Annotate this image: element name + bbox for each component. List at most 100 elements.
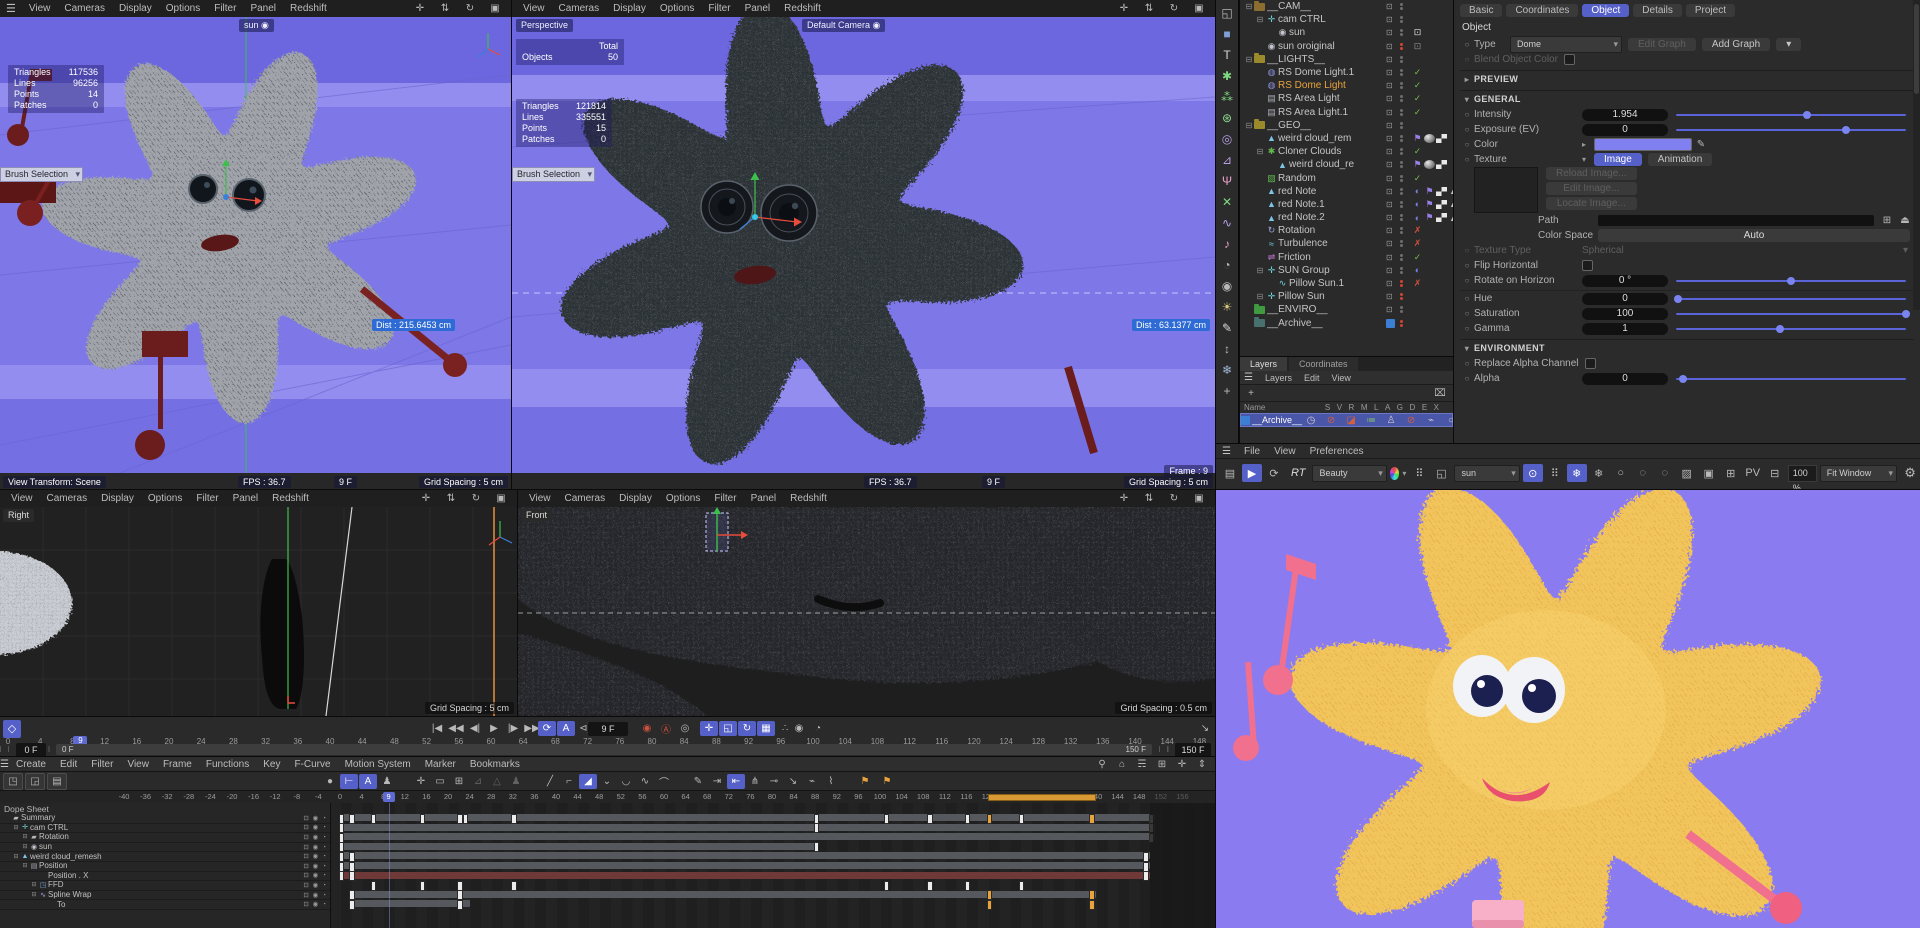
object-name[interactable]: RS Dome Light.1 xyxy=(1278,67,1354,78)
tangent-clamp-icon[interactable]: ⌇ xyxy=(822,774,840,789)
graph-options-dropdown[interactable]: ▾ xyxy=(1776,38,1802,51)
keyframe-selected[interactable] xyxy=(986,899,992,910)
brush-selection-dropdown[interactable]: Brush Selection xyxy=(512,167,596,182)
visibility-dots[interactable] xyxy=(1400,134,1403,142)
crop-icon[interactable]: ◱ xyxy=(1431,464,1451,482)
expander-icon[interactable]: ⊟ xyxy=(21,862,29,869)
object-item-red-note-2[interactable]: ▲red Note.2⊡◐⚑▲△ xyxy=(1240,211,1453,224)
texture-image-tab[interactable]: Image xyxy=(1594,153,1642,166)
start-render-icon[interactable]: ▶ xyxy=(1242,464,1262,482)
orbit-icon[interactable]: ↻ xyxy=(467,491,485,506)
object-name[interactable]: __LIGHTS__ xyxy=(1267,54,1325,65)
layer-color-swatch[interactable] xyxy=(1241,415,1250,425)
tab-coordinates[interactable]: Coordinates xyxy=(1506,4,1579,17)
visibility-dots[interactable] xyxy=(1400,148,1403,156)
menu-item-view[interactable]: View xyxy=(1267,446,1303,457)
keyframe-dot-icon[interactable]: ○ xyxy=(1460,294,1474,303)
new-window-icon[interactable]: ⊞ xyxy=(1153,757,1171,772)
track-toggles[interactable]: ⊡ ◉ ◔ xyxy=(303,843,330,851)
freeze-alt-icon[interactable]: ❄ xyxy=(1589,464,1609,482)
picture-viewer-icon[interactable]: PV xyxy=(1743,464,1763,482)
channel-dropdown-icon[interactable]: ▾ xyxy=(1402,469,1406,478)
key-row-to[interactable] xyxy=(330,899,1215,910)
visibility-dots[interactable] xyxy=(1400,42,1403,50)
ab-compare-icon[interactable]: ▨ xyxy=(1677,464,1697,482)
tangent-weight-icon[interactable]: ↘ xyxy=(784,774,802,789)
key-row-summary[interactable] xyxy=(330,813,1215,824)
visibility-dots[interactable] xyxy=(1400,69,1403,77)
deformer-tool-icon[interactable]: ⊿ xyxy=(1217,151,1237,169)
attributes-scrollbar[interactable] xyxy=(1913,0,1920,310)
expander-icon[interactable]: ⊟ xyxy=(1244,2,1254,11)
object-item-weird-cloud-rem[interactable]: ▲ weird cloud_rem ⊡ ⚑ xyxy=(1240,132,1453,145)
object-name[interactable]: __CAM__ xyxy=(1267,1,1311,12)
fit-window-dropdown[interactable]: Fit Window xyxy=(1819,464,1898,482)
ease-in-icon[interactable]: ◡ xyxy=(617,774,635,789)
layer-toggle-icon[interactable]: ⊡ xyxy=(1386,55,1393,64)
gamma-slider[interactable] xyxy=(1676,323,1906,335)
track-toggles[interactable]: ⊡ ◉ ◔ xyxy=(303,852,330,860)
object-item-sun-group[interactable]: ⊟ ✛ SUN Group ⊡ ◐ xyxy=(1240,264,1453,277)
layer-toggle-icon[interactable]: ⊡ xyxy=(1386,15,1393,24)
flag-icon[interactable]: ⚑ xyxy=(1412,133,1423,144)
expander-icon[interactable]: ⊟ xyxy=(1255,15,1265,24)
tri-icon[interactable]: ▲ xyxy=(1448,213,1453,223)
tri-icon[interactable]: ▲ xyxy=(1448,199,1453,209)
layer-toggle-icon[interactable]: ⊡ xyxy=(1386,266,1393,275)
menu-item-cameras[interactable]: Cameras xyxy=(552,3,607,14)
ripple-edit-icon[interactable]: △ xyxy=(488,774,506,789)
object-name[interactable]: cam CTRL xyxy=(1278,14,1326,25)
key-row-position-x[interactable] xyxy=(330,871,1215,882)
cluster-tool-icon[interactable]: ⁂ xyxy=(1217,88,1237,106)
track-label[interactable]: sun xyxy=(39,842,52,851)
viewport-canvas[interactable]: Front Grid Spacing : 0.5 cm xyxy=(518,507,1215,716)
visibility-dots[interactable] xyxy=(1400,121,1403,129)
key-row-sun[interactable] xyxy=(330,842,1215,853)
menu-item-display[interactable]: Display xyxy=(112,3,159,14)
object-name[interactable]: RS Area Light xyxy=(1278,93,1340,104)
object-item-rs-dome-light-1[interactable]: ◍ RS Dome Light.1 ⊡ ✓ xyxy=(1240,66,1453,79)
layer-toggle-icon[interactable]: ⊡ xyxy=(1386,94,1393,103)
menu-item-cameras[interactable]: Cameras xyxy=(57,3,112,14)
visibility-dots[interactable] xyxy=(1400,55,1403,63)
menu-item-frame[interactable]: Frame xyxy=(156,759,199,770)
layer-toggle-icon[interactable]: ⊡ xyxy=(1386,213,1393,222)
menu-item-display[interactable]: Display xyxy=(612,493,659,504)
object-name[interactable]: RS Area Light.1 xyxy=(1278,107,1348,118)
exposure-slider[interactable] xyxy=(1676,124,1906,136)
visibility-dots[interactable] xyxy=(1400,253,1403,261)
gamma-field[interactable]: 1 xyxy=(1582,322,1668,335)
menu-item-bookmarks[interactable]: Bookmarks xyxy=(463,759,527,770)
cross-icon[interactable]: ✗ xyxy=(1412,225,1423,236)
menu-item-motion-system[interactable]: Motion System xyxy=(338,759,418,770)
object-item-lights[interactable]: ⊟ __LIGHTS__ ⊡ xyxy=(1240,53,1453,66)
expander-icon[interactable]: ⊟ xyxy=(1255,292,1265,301)
tab-coordinates[interactable]: Coordinates xyxy=(1289,357,1358,371)
visibility-dots[interactable] xyxy=(1400,214,1403,222)
view-off-icon[interactable]: ⊘ xyxy=(1322,413,1340,428)
solo-icon[interactable]: ◷ xyxy=(1302,413,1320,428)
key-pen-icon[interactable]: ✎ xyxy=(689,774,707,789)
selection-range[interactable] xyxy=(988,794,1096,801)
layer-toggle-icon[interactable]: ⊡ xyxy=(1386,187,1393,196)
object-item-red-note-1[interactable]: ▲red Note.1⊡◐⚑▲△ xyxy=(1240,198,1453,211)
viewport-canvas[interactable]: Right Grid Spacing : 5 cm xyxy=(0,507,517,716)
ball-gray-material-icon[interactable] xyxy=(1424,133,1435,143)
keyframe-dot-icon[interactable]: ○ xyxy=(1460,155,1474,164)
keyframe-dot-icon[interactable]: ○ xyxy=(1460,125,1474,134)
view-label-badge[interactable]: Front xyxy=(521,509,553,522)
menu-item-options[interactable]: Options xyxy=(159,3,207,14)
visibility-dots[interactable] xyxy=(1400,174,1403,182)
object-name[interactable]: weird cloud_rem xyxy=(1278,133,1351,144)
layer-toggle-icon[interactable]: ⊡ xyxy=(1386,279,1393,288)
freeze-tool-icon[interactable]: ❄ xyxy=(1217,361,1237,379)
keyframe-area[interactable] xyxy=(330,803,1215,928)
flag-icon[interactable]: ⚑ xyxy=(1424,212,1435,223)
layer-toggle-icon[interactable]: ⊡ xyxy=(1386,134,1393,143)
texture-animation-tab[interactable]: Animation xyxy=(1647,153,1713,166)
menu-item-options[interactable]: Options xyxy=(653,3,701,14)
rotate-horizon-field[interactable]: 0 ° xyxy=(1582,274,1668,287)
eject-icon[interactable]: ⏏ xyxy=(1896,213,1914,228)
visibility-dots[interactable] xyxy=(1400,319,1403,327)
menu-item-preferences[interactable]: Preferences xyxy=(1303,446,1371,457)
